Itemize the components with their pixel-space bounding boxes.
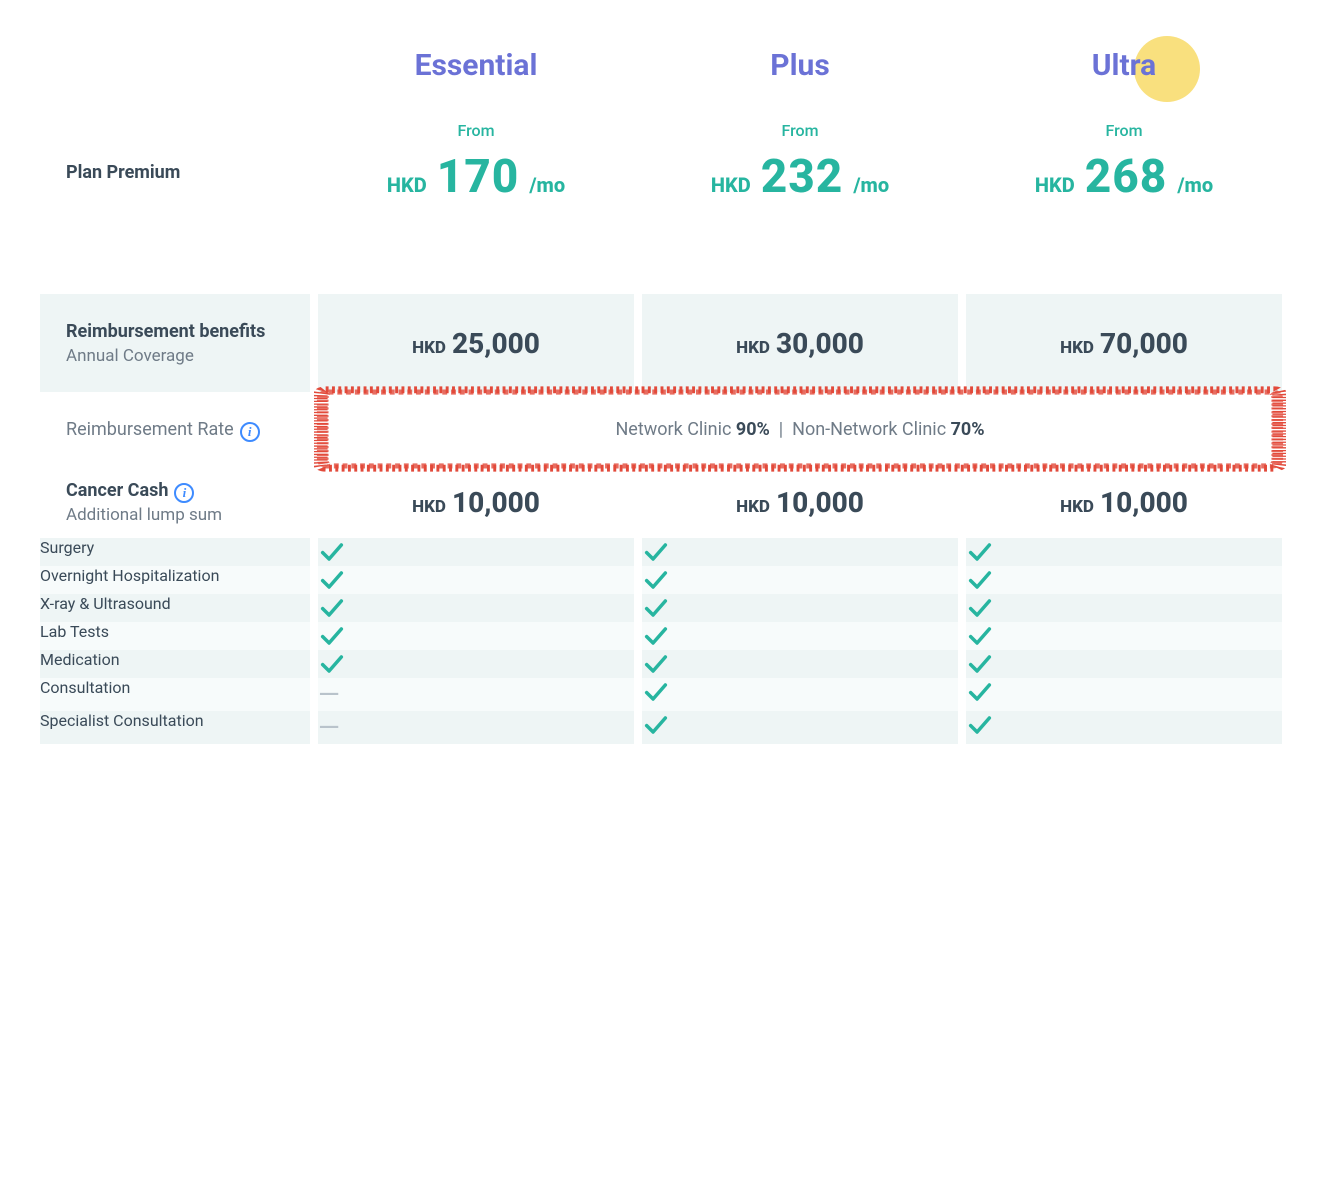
- spacer: [40, 234, 1282, 294]
- premium-currency: HKD: [387, 173, 427, 197]
- check-icon: [966, 678, 1282, 706]
- coverage-title: Reimbursement benefits: [66, 321, 265, 342]
- feature-ultra: [966, 678, 1282, 711]
- premium-unit: /mo: [1177, 173, 1213, 197]
- cancer-subtitle: Additional lump sum: [66, 505, 222, 525]
- dash-icon: —: [318, 678, 340, 711]
- rate-label-text: Reimbursement Rate: [66, 419, 234, 440]
- coverage-ultra: HKD70,000: [966, 294, 1282, 392]
- feature-essential: [318, 538, 634, 566]
- feature-essential: —: [318, 678, 634, 711]
- premium-essential: From HKD 170 /mo: [318, 111, 634, 234]
- feature-label: Consultation: [40, 678, 310, 711]
- check-icon: [318, 650, 634, 678]
- feature-ultra: [966, 711, 1282, 744]
- info-icon[interactable]: i: [240, 422, 260, 442]
- feature-plus: [642, 594, 958, 622]
- check-icon: [966, 594, 1282, 622]
- feature-label: Lab Tests: [40, 622, 310, 650]
- reimbursement-rate-value: Network Clinic 90% | Non-Network Clinic …: [318, 392, 1282, 466]
- check-icon: [642, 538, 958, 566]
- feature-essential: [318, 650, 634, 678]
- feature-ultra: [966, 650, 1282, 678]
- cancer-cash-label: Cancer Cash i Additional lump sum: [40, 466, 310, 538]
- feature-label: Overnight Hospitalization: [40, 566, 310, 594]
- plan-header-essential: Essential: [318, 30, 634, 111]
- premium-currency: HKD: [1035, 173, 1075, 197]
- feature-label: X-ray & Ultrasound: [40, 594, 310, 622]
- premium-from-text: From: [966, 121, 1282, 140]
- rate-separator: |: [774, 419, 787, 440]
- premium-from-text: From: [642, 121, 958, 140]
- check-icon: [642, 622, 958, 650]
- premium-from-text: From: [318, 121, 634, 140]
- rate-nonnetwork-label: Non-Network Clinic: [792, 419, 946, 440]
- feature-label: Medication: [40, 650, 310, 678]
- check-icon: [642, 594, 958, 622]
- check-icon: [966, 711, 1282, 739]
- feature-plus: [642, 711, 958, 744]
- check-icon: [966, 538, 1282, 566]
- feature-ultra: [966, 566, 1282, 594]
- feature-label: Surgery: [40, 538, 310, 566]
- rate-network-value: 90%: [736, 419, 770, 440]
- dash-icon: —: [318, 711, 340, 744]
- cancer-title: Cancer Cash: [66, 480, 168, 501]
- pricing-comparison-table: Essential Plus Ultra Plan Premium From H…: [40, 30, 1282, 744]
- feature-essential: [318, 566, 634, 594]
- feature-essential: [318, 622, 634, 650]
- check-icon: [642, 711, 958, 739]
- coverage-plus: HKD30,000: [642, 294, 958, 392]
- coverage-subtitle: Annual Coverage: [66, 346, 194, 366]
- header-empty-cell: [40, 30, 310, 111]
- feature-plus: [642, 678, 958, 711]
- check-icon: [318, 566, 634, 594]
- cancer-essential: HKD10,000: [318, 466, 634, 538]
- premium-unit: /mo: [853, 173, 889, 197]
- check-icon: [966, 650, 1282, 678]
- feature-ultra: [966, 594, 1282, 622]
- rate-nonnetwork-value: 70%: [951, 419, 985, 440]
- premium-plus: From HKD 232 /mo: [642, 111, 958, 234]
- cancer-ultra: HKD10,000: [966, 466, 1282, 538]
- check-icon: [642, 678, 958, 706]
- premium-amount: 170: [437, 150, 520, 204]
- feature-ultra: [966, 538, 1282, 566]
- check-icon: [966, 622, 1282, 650]
- feature-plus: [642, 538, 958, 566]
- check-icon: [642, 650, 958, 678]
- coverage-label: Reimbursement benefits Annual Coverage: [40, 294, 310, 392]
- premium-amount: 268: [1085, 150, 1168, 204]
- premium-amount: 232: [761, 150, 844, 204]
- feature-ultra: [966, 622, 1282, 650]
- feature-plus: [642, 566, 958, 594]
- check-icon: [642, 566, 958, 594]
- feature-label: Specialist Consultation: [40, 711, 310, 744]
- premium-currency: HKD: [711, 173, 751, 197]
- rate-network-label: Network Clinic: [615, 419, 731, 440]
- feature-essential: —: [318, 711, 634, 744]
- plan-header-ultra: Ultra: [966, 30, 1282, 111]
- cancer-plus: HKD10,000: [642, 466, 958, 538]
- feature-plus: [642, 650, 958, 678]
- reimbursement-rate-label: Reimbursement Rate i: [40, 392, 310, 466]
- check-icon: [318, 594, 634, 622]
- info-icon[interactable]: i: [174, 483, 194, 503]
- plan-header-plus: Plus: [642, 30, 958, 111]
- check-icon: [318, 538, 634, 566]
- check-icon: [966, 566, 1282, 594]
- plan-premium-label: Plan Premium: [40, 162, 310, 183]
- check-icon: [318, 622, 634, 650]
- premium-ultra: From HKD 268 /mo: [966, 111, 1282, 234]
- premium-unit: /mo: [529, 173, 565, 197]
- coverage-essential: HKD25,000: [318, 294, 634, 392]
- feature-essential: [318, 594, 634, 622]
- feature-plus: [642, 622, 958, 650]
